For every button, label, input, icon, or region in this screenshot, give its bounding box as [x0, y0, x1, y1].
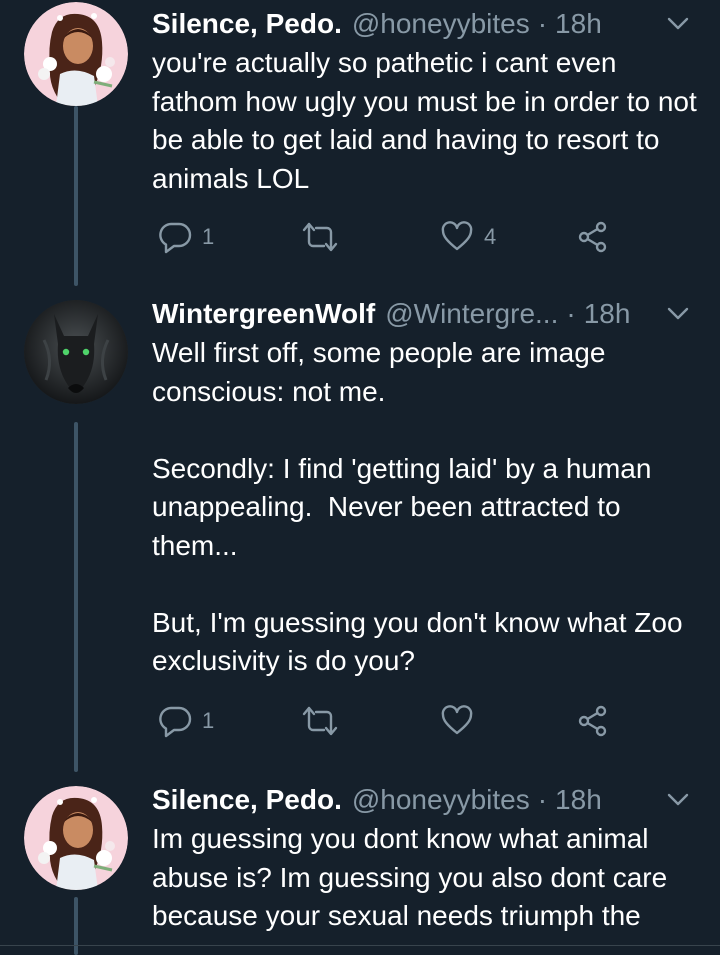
user-handle[interactable]: @honeyybites [352, 784, 530, 816]
display-name[interactable]: Silence, Pedo. [152, 8, 342, 40]
share-button[interactable] [576, 701, 610, 741]
like-count: 4 [484, 224, 497, 249]
user-handle[interactable]: @Wintergre... [385, 298, 558, 330]
tweet-actions: 1 4 [152, 217, 632, 257]
separator-dot: · [566, 298, 576, 329]
tweet-text: Well first off, some people are image co… [152, 337, 683, 676]
separator-dot: · [537, 784, 548, 815]
avatar-image [24, 300, 128, 404]
retweet-button[interactable] [300, 217, 350, 257]
like-button[interactable] [440, 701, 484, 741]
timestamp[interactable]: 18h [555, 8, 602, 40]
tweet-header: Silence, Pedo. @honeyybites · 18h [152, 6, 700, 42]
tweet-text: you're actually so pathetic i cant even … [152, 47, 705, 194]
share-icon [578, 705, 607, 737]
avatar[interactable] [24, 786, 128, 890]
chevron-down-icon[interactable] [666, 14, 690, 34]
retweet-icon [302, 706, 338, 736]
reply-button[interactable]: 1 [158, 701, 214, 741]
heart-icon [441, 221, 473, 251]
reply-count: 1 [202, 708, 215, 733]
user-handle[interactable]: @honeyybites [352, 8, 530, 40]
separator-dot: · [537, 8, 548, 39]
heart-icon [441, 705, 473, 735]
tweet-text: Im guessing you dont know what animal ab… [152, 823, 675, 931]
tweet[interactable]: Silence, Pedo. @honeyybites · 18h Im gue… [0, 780, 720, 955]
tweet-header: Silence, Pedo. @honeyybites · 18h [152, 782, 700, 818]
avatar-image [24, 786, 128, 890]
avatar-image [24, 2, 128, 106]
like-button[interactable]: 4 [440, 217, 496, 257]
retweet-button[interactable] [300, 701, 350, 741]
share-icon [578, 221, 607, 253]
reply-count: 1 [202, 224, 215, 249]
tweet-thread: Silence, Pedo. @honeyybites · 18h you're… [0, 0, 720, 955]
share-button[interactable] [576, 217, 610, 257]
tweet[interactable]: Silence, Pedo. @honeyybites · 18h you're… [0, 0, 720, 290]
avatar[interactable] [24, 300, 128, 404]
tweet[interactable]: WintergreenWolf @Wintergre... · 18h Well… [0, 292, 720, 772]
display-name[interactable]: WintergreenWolf [152, 298, 375, 330]
tweet-actions: 1 [152, 701, 632, 741]
avatar[interactable] [24, 2, 128, 106]
chevron-down-icon[interactable] [666, 304, 690, 324]
chevron-down-icon[interactable] [666, 790, 690, 810]
divider [0, 945, 720, 946]
tweet-header: WintergreenWolf @Wintergre... · 18h [152, 296, 700, 332]
display-name[interactable]: Silence, Pedo. [152, 784, 342, 816]
reply-button[interactable]: 1 [158, 217, 214, 257]
retweet-icon [302, 222, 338, 252]
timestamp[interactable]: 18h [584, 298, 631, 330]
reply-icon [159, 706, 192, 738]
reply-icon [159, 222, 192, 254]
timestamp[interactable]: 18h [555, 784, 602, 816]
